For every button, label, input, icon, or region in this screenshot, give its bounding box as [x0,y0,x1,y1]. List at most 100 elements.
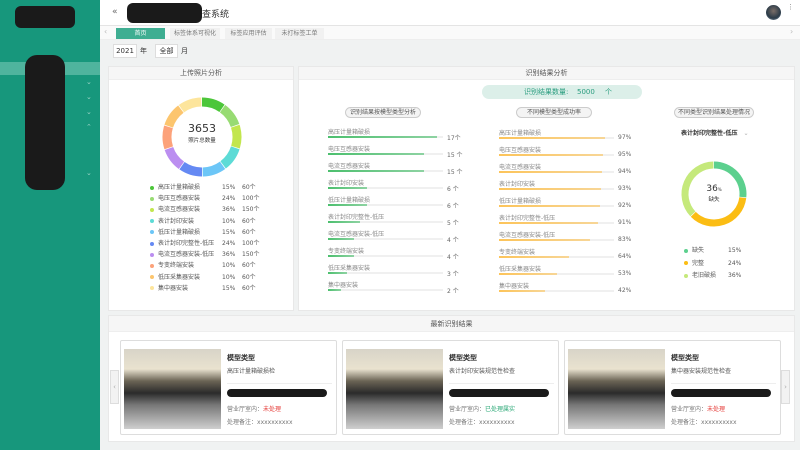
donut-segment [178,97,202,113]
bar-value: 42% [618,287,632,294]
card-note: 处理备注：xxxxxxxxxx [449,419,515,426]
carousel-next-button[interactable]: › [781,370,790,404]
legend-count: 60个 [242,184,256,191]
result-card[interactable]: 模型类型 高压计量箱破损检 营业厅室内：未处理 处理备注：xxxxxxxxxx [120,340,337,435]
bar-label: 表计封印安装 [328,180,365,187]
bar-row: 表计封印安装 6 个 [328,178,468,195]
success-title: 不同模型类型成功率 [516,107,592,118]
legend-name: 专变终端安装 [158,262,195,270]
bar-value: 92% [618,202,632,209]
chevron-down-icon[interactable]: ⌄ [86,93,92,101]
app-title: 查系统 [202,10,230,20]
legend-pct: 10% [222,262,236,270]
bar-label: 专变终端安装 [499,249,536,256]
donut-segment [201,97,225,113]
card-model: 高压计量箱破损检 [227,368,276,375]
bar-value: 83% [618,236,632,243]
card-note: 处理备注：xxxxxxxxxx [227,419,293,426]
handling-title: 不同类型识别结果处理情况 [674,107,754,118]
legend-name: 表计封印安装 [158,217,195,225]
panel-title: 识别结果分析 [299,67,794,80]
bar-fill [499,290,545,292]
bar-value: 17个 [447,135,461,142]
tab-tag-evaluation[interactable]: 标签应用评估 [225,28,272,39]
carousel-prev-button[interactable]: ‹ [110,370,119,404]
legend-dot [684,248,688,253]
bar-row: 低压采集器安装 53% [499,264,639,281]
legend-pct: 15% [222,284,236,292]
bar-row: 电流互感器安装-低压 83% [499,230,639,247]
bar-value: 6 个 [447,186,459,193]
bar-fill [328,221,361,223]
legend-pct: 36% [222,206,236,214]
result-photo[interactable] [346,349,443,429]
avatar[interactable] [766,5,781,20]
bar-row: 电流互感器安装 94% [499,162,639,179]
result-card[interactable]: 模型类型 集中器安装规范性检查 营业厅室内：未处理 处理备注：xxxxxxxxx… [564,340,781,435]
logo-redacted [15,6,75,28]
bar-fill [328,170,425,172]
count-unit: 个 [605,88,612,96]
tab-untagged-orders[interactable]: 未打标签工单 [275,28,324,39]
legend-pct: 24% [222,240,236,247]
bar-label: 表计封印完整性-低压 [499,215,556,222]
legend-pct: 10% [222,217,236,225]
result-photo[interactable] [568,349,665,429]
tabs-next-icon[interactable]: › [790,27,793,36]
legend-item: 表计封印完整性-低压 24% 100个 [150,238,265,249]
back-icon[interactable]: « [112,7,118,17]
chevron-down-icon: ⌄ [743,130,749,137]
bar-fill [499,222,599,224]
location-redacted [671,389,771,397]
bar-label: 低压计量箱破损 [499,198,542,205]
month-unit: 月 [181,47,188,55]
result-card[interactable]: 模型类型 表计封印安装规范性检查 营业厅室内：已处理属实 处理备注：xxxxxx… [342,340,559,435]
bar-fill [328,238,354,240]
result-photo[interactable] [124,349,221,429]
donut-segment [220,146,240,169]
legend-name: 高压计量箱破损 [158,184,201,191]
model-select[interactable]: 表计封印完整性-低压 ⌄ [681,128,749,137]
legend-item: 低压计量箱破损 15% 60个 [150,227,265,238]
tab-home[interactable]: 首页 [116,28,165,39]
month-select[interactable]: 全部 [155,44,178,58]
year-select[interactable]: 2021 [113,44,137,58]
bar-label: 电压互感器安装 [328,146,371,153]
card-heading: 模型类型 [671,354,699,362]
bar-value: 6 个 [447,203,459,210]
tab-tag-visualization[interactable]: 标签体系可视化 [170,28,220,39]
legend-name: 集中器安装 [158,284,189,292]
legend-pct: 15% [728,247,742,254]
legend-pct: 36% [222,251,236,259]
panel-title: 上传照片分析 [109,67,293,80]
more-icon[interactable]: ⋮ [787,4,794,11]
legend-dot [150,196,154,201]
chevron-down-icon[interactable]: ⌄ [86,169,92,177]
bar-label: 高压计量箱破损 [499,130,542,137]
donut-segment [162,125,174,150]
sidebar: ⌄ ⌄ ⌄ ⌃ ⌄ [0,0,100,450]
bar-row: 表计封印完整性-低压 5 个 [328,212,468,229]
bar-value: 91% [618,219,632,226]
bar-row: 低压采集器安装 3 个 [328,263,468,280]
bar-row: 电流互感器安装 15 个 [328,161,468,178]
bar-value: 3 个 [447,271,459,278]
chevron-up-icon[interactable]: ⌃ [86,123,92,131]
panel-title: 最新识别结果 [109,316,794,332]
handling-legend-item: 缺失 15% [684,245,764,256]
handling-legend-item: 完整 24% [684,258,764,269]
card-model: 表计封印安装规范性检查 [449,368,516,375]
bar-fill [499,205,600,207]
chevron-down-icon[interactable]: ⌄ [86,78,92,86]
bar-fill [499,273,557,275]
chevron-down-icon[interactable]: ⌄ [86,108,92,116]
total-count: 3653 [188,122,216,135]
bar-fill [499,188,601,190]
legend-count: 60个 [242,273,256,281]
tabs-prev-icon[interactable]: ‹ [104,27,107,36]
bar-fill [328,153,425,155]
total-label: 照片总数量 [188,138,216,144]
bar-value: 4 个 [447,237,459,244]
legend-dot [150,263,154,268]
bar-label: 低压计量箱破损 [328,197,371,204]
